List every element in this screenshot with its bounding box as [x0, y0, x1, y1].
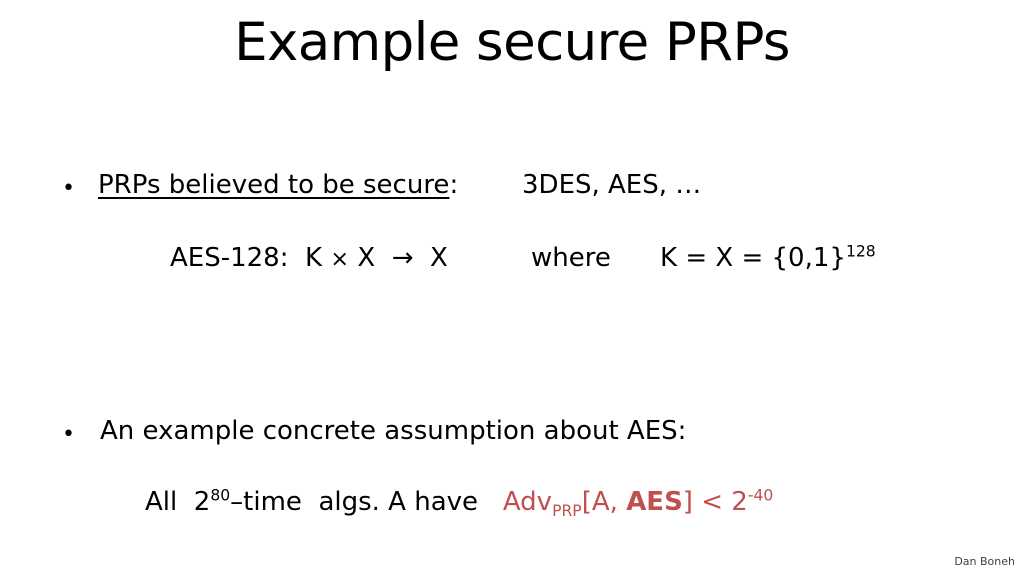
- bullet-1-underlined-label: PRPs believed to be secure: [98, 170, 450, 200]
- advantage-bound-exponent: -40: [747, 486, 774, 505]
- assumption-time-suffix: –time: [230, 487, 302, 517]
- advantage-bracket-open: [A,: [581, 487, 618, 517]
- aes128-domain-x: X: [357, 243, 376, 273]
- aes128-keyspace-exponent: 128: [845, 242, 876, 261]
- bullet-marker-2: •: [62, 422, 75, 447]
- advantage-relation-operator: <: [701, 487, 724, 517]
- aes128-keyspace-text: K = X = {0,1}: [660, 243, 846, 273]
- assumption-prefix-all: All: [145, 487, 178, 517]
- assumption-statement-line: All 280–time algs. A have AdvPRP[A, AES]…: [145, 486, 774, 521]
- footer-author: Dan Boneh: [954, 555, 1015, 568]
- advantage-bound-base: 2: [731, 487, 748, 517]
- slide-body: • PRPs believed to be secure: 3DES, AES,…: [0, 0, 1024, 576]
- bullet-marker-1: •: [62, 176, 75, 201]
- advantage-label: Adv: [502, 487, 553, 517]
- advantage-subscript-prp: PRP: [552, 502, 582, 521]
- aes128-keyspace: K = X = {0,1}128: [660, 243, 876, 273]
- slide: Example secure PRPs • PRPs believed to b…: [0, 0, 1024, 576]
- bullet-item-concrete-assumption: An example concrete assumption about AES…: [100, 416, 686, 446]
- aes128-definition-line: AES-128: K × X → X: [170, 243, 448, 273]
- advantage-bracket-close: ]: [682, 487, 693, 517]
- assumption-algs-text: algs. A have: [318, 487, 479, 517]
- assumption-time-base: 2: [193, 487, 211, 517]
- assumption-time-exponent: 80: [210, 486, 231, 505]
- bullet-2-label: An example concrete assumption about AES…: [100, 416, 687, 446]
- bullet-1-examples: 3DES, AES, …: [522, 170, 702, 200]
- aes128-key-domain: K: [305, 243, 323, 273]
- bullet-1-colon: :: [449, 170, 459, 200]
- multiplication-sign-icon: ×: [330, 246, 350, 272]
- aes128-label: AES-128:: [170, 243, 289, 273]
- aes128-where-keyword: where: [531, 243, 611, 273]
- aes128-range-x: X: [430, 243, 448, 273]
- advantage-scheme-aes: AES: [626, 487, 683, 517]
- right-arrow-icon: →: [391, 243, 414, 273]
- bullet-item-prps-secure: PRPs believed to be secure:: [98, 170, 458, 200]
